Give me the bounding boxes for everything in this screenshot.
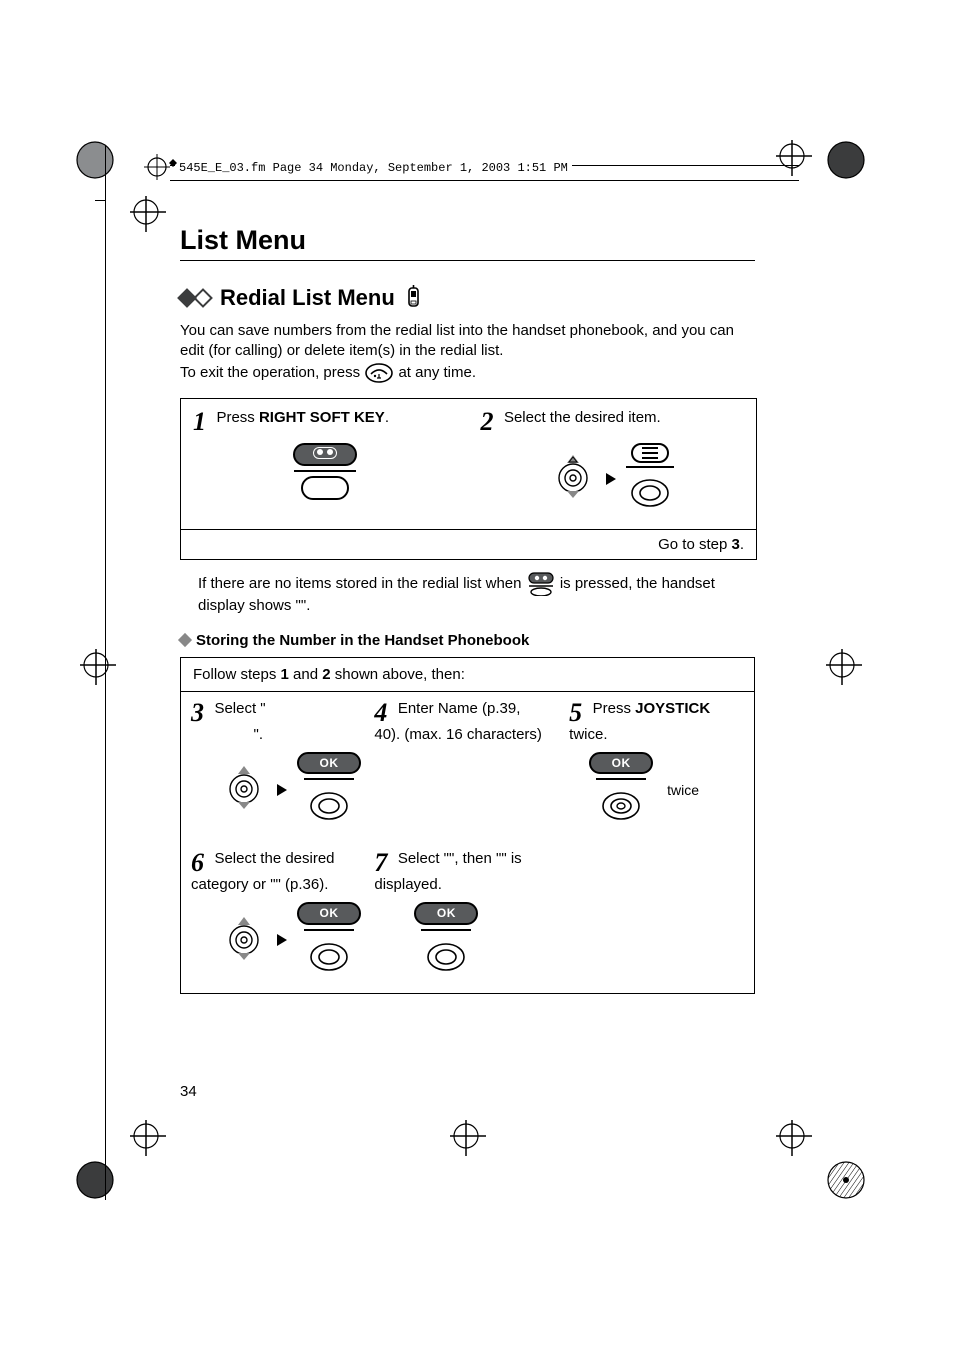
crosshair-bottom-right [776,1120,816,1165]
crosshair-top-right [776,140,816,185]
section-title: List Menu [180,225,755,256]
step-7-icons: OK [374,898,549,978]
ok-key-icon: OK [297,752,361,828]
step-7-cell: 7 Select "", then "" is displayed. OK [364,842,559,992]
step-number-6: 6 [191,848,204,877]
corner-mark-bottom-left [75,1160,129,1219]
step-number-4: 4 [374,698,387,727]
twice-label: twice [667,782,699,798]
handset-icon [405,285,423,311]
ok-key-icon: OK [297,902,361,978]
step-3-cell: 3 Select " ". [181,692,364,842]
step-5-icons: OK twice [569,748,744,828]
follow-steps-intro: Follow steps 1 and 2 shown above, then: [181,658,754,692]
step-number-3: 3 [191,698,204,727]
step-number-5: 5 [569,698,582,727]
fm-header-line-bottom [170,180,799,181]
step-6-text: Select the desired category or "" (p.36)… [191,850,335,893]
crosshair-top-left [130,196,170,241]
goto-step-3-row: Go to step 3. [181,529,756,559]
sub-procedure-title: Storing the Number in the Handset Phoneb… [196,632,529,649]
redial-empty-note: If there are no items stored in the redi… [180,572,755,616]
section-rule [180,260,755,261]
sub-title: Redial List Menu [220,285,395,311]
step-1-cell: 1 Press RIGHT SOFT KEY. [181,399,469,529]
step-6-icons: OK [191,898,354,978]
page-content: List Menu Redial List Menu You can save … [180,225,755,994]
sub-heading: Redial List Menu [180,285,755,311]
corner-mark-bottom-right [826,1160,880,1219]
step-1-icons [193,439,457,500]
intro-line-1: You can save numbers from the redial lis… [180,322,734,359]
corner-mark-top-left [75,140,115,180]
arrow-right-icon [277,934,287,946]
step-6-cell: 6 Select the desired category or "" (p.3… [181,842,364,992]
hang-up-key-icon [364,362,394,384]
trim-vline [105,145,106,1200]
ok-key-icon: OK [414,902,478,978]
crosshair-bottom-left [130,1120,170,1165]
diamond-bullets-icon [180,291,210,305]
step-4-cell: 4 Enter Name (p.39, 40). (max. 16 charac… [364,692,559,842]
crosshair-mid-right [826,649,866,694]
arrow-right-icon [277,784,287,796]
step-3-icons: OK [191,748,354,828]
steps-1-2-box: 1 Press RIGHT SOFT KEY. 2 Select the des… [180,398,757,560]
sub-procedure-heading: Storing the Number in the Handset Phoneb… [180,632,755,649]
corner-mark-top-right [826,140,880,199]
fm-bug-icon [144,154,178,193]
crosshair-mid-left [80,649,120,694]
intro-line-2-pre: To exit the operation, press [180,363,364,380]
fm-header-text: 545E_E_03.fm Page 34 Monday, September 1… [175,161,572,175]
right-soft-key-small-icon [526,572,556,596]
step-number-1: 1 [193,407,206,436]
step-empty-cell [559,842,754,992]
intro-paragraph: You can save numbers from the redial lis… [180,321,755,384]
joystick-updown-icon [550,453,596,504]
page-number: 34 [180,1083,197,1100]
trim-tick-tl [95,200,105,201]
joystick-updown-icon [221,915,267,966]
step-2-text: Select the desired item. [504,409,661,426]
intro-line-2-post: at any time. [398,363,476,380]
step-number-2: 2 [481,407,494,436]
menu-select-key-icon [626,443,674,515]
ok-key-icon: OK [589,752,653,828]
arrow-right-icon [606,473,616,485]
crosshair-bottom-center [450,1120,490,1165]
small-diamond-icon [178,633,192,647]
step-7-text: Select "", then "" is displayed. [374,850,521,893]
joystick-updown-icon [221,764,267,815]
step-4-text: Enter Name (p.39, 40). (max. 16 characte… [374,700,542,743]
step-2-cell: 2 Select the desired item. [469,399,757,529]
step-5-text: Press JOYSTICK twice. [569,700,710,743]
step-1-text: Press RIGHT SOFT KEY. [216,409,389,426]
steps-3-7-box: Follow steps 1 and 2 shown above, then: … [180,657,755,994]
right-soft-key-icon [293,443,357,500]
step-2-icons [481,439,745,515]
step-number-7: 7 [374,848,387,877]
step-5-cell: 5 Press JOYSTICK twice. OK [559,692,754,842]
